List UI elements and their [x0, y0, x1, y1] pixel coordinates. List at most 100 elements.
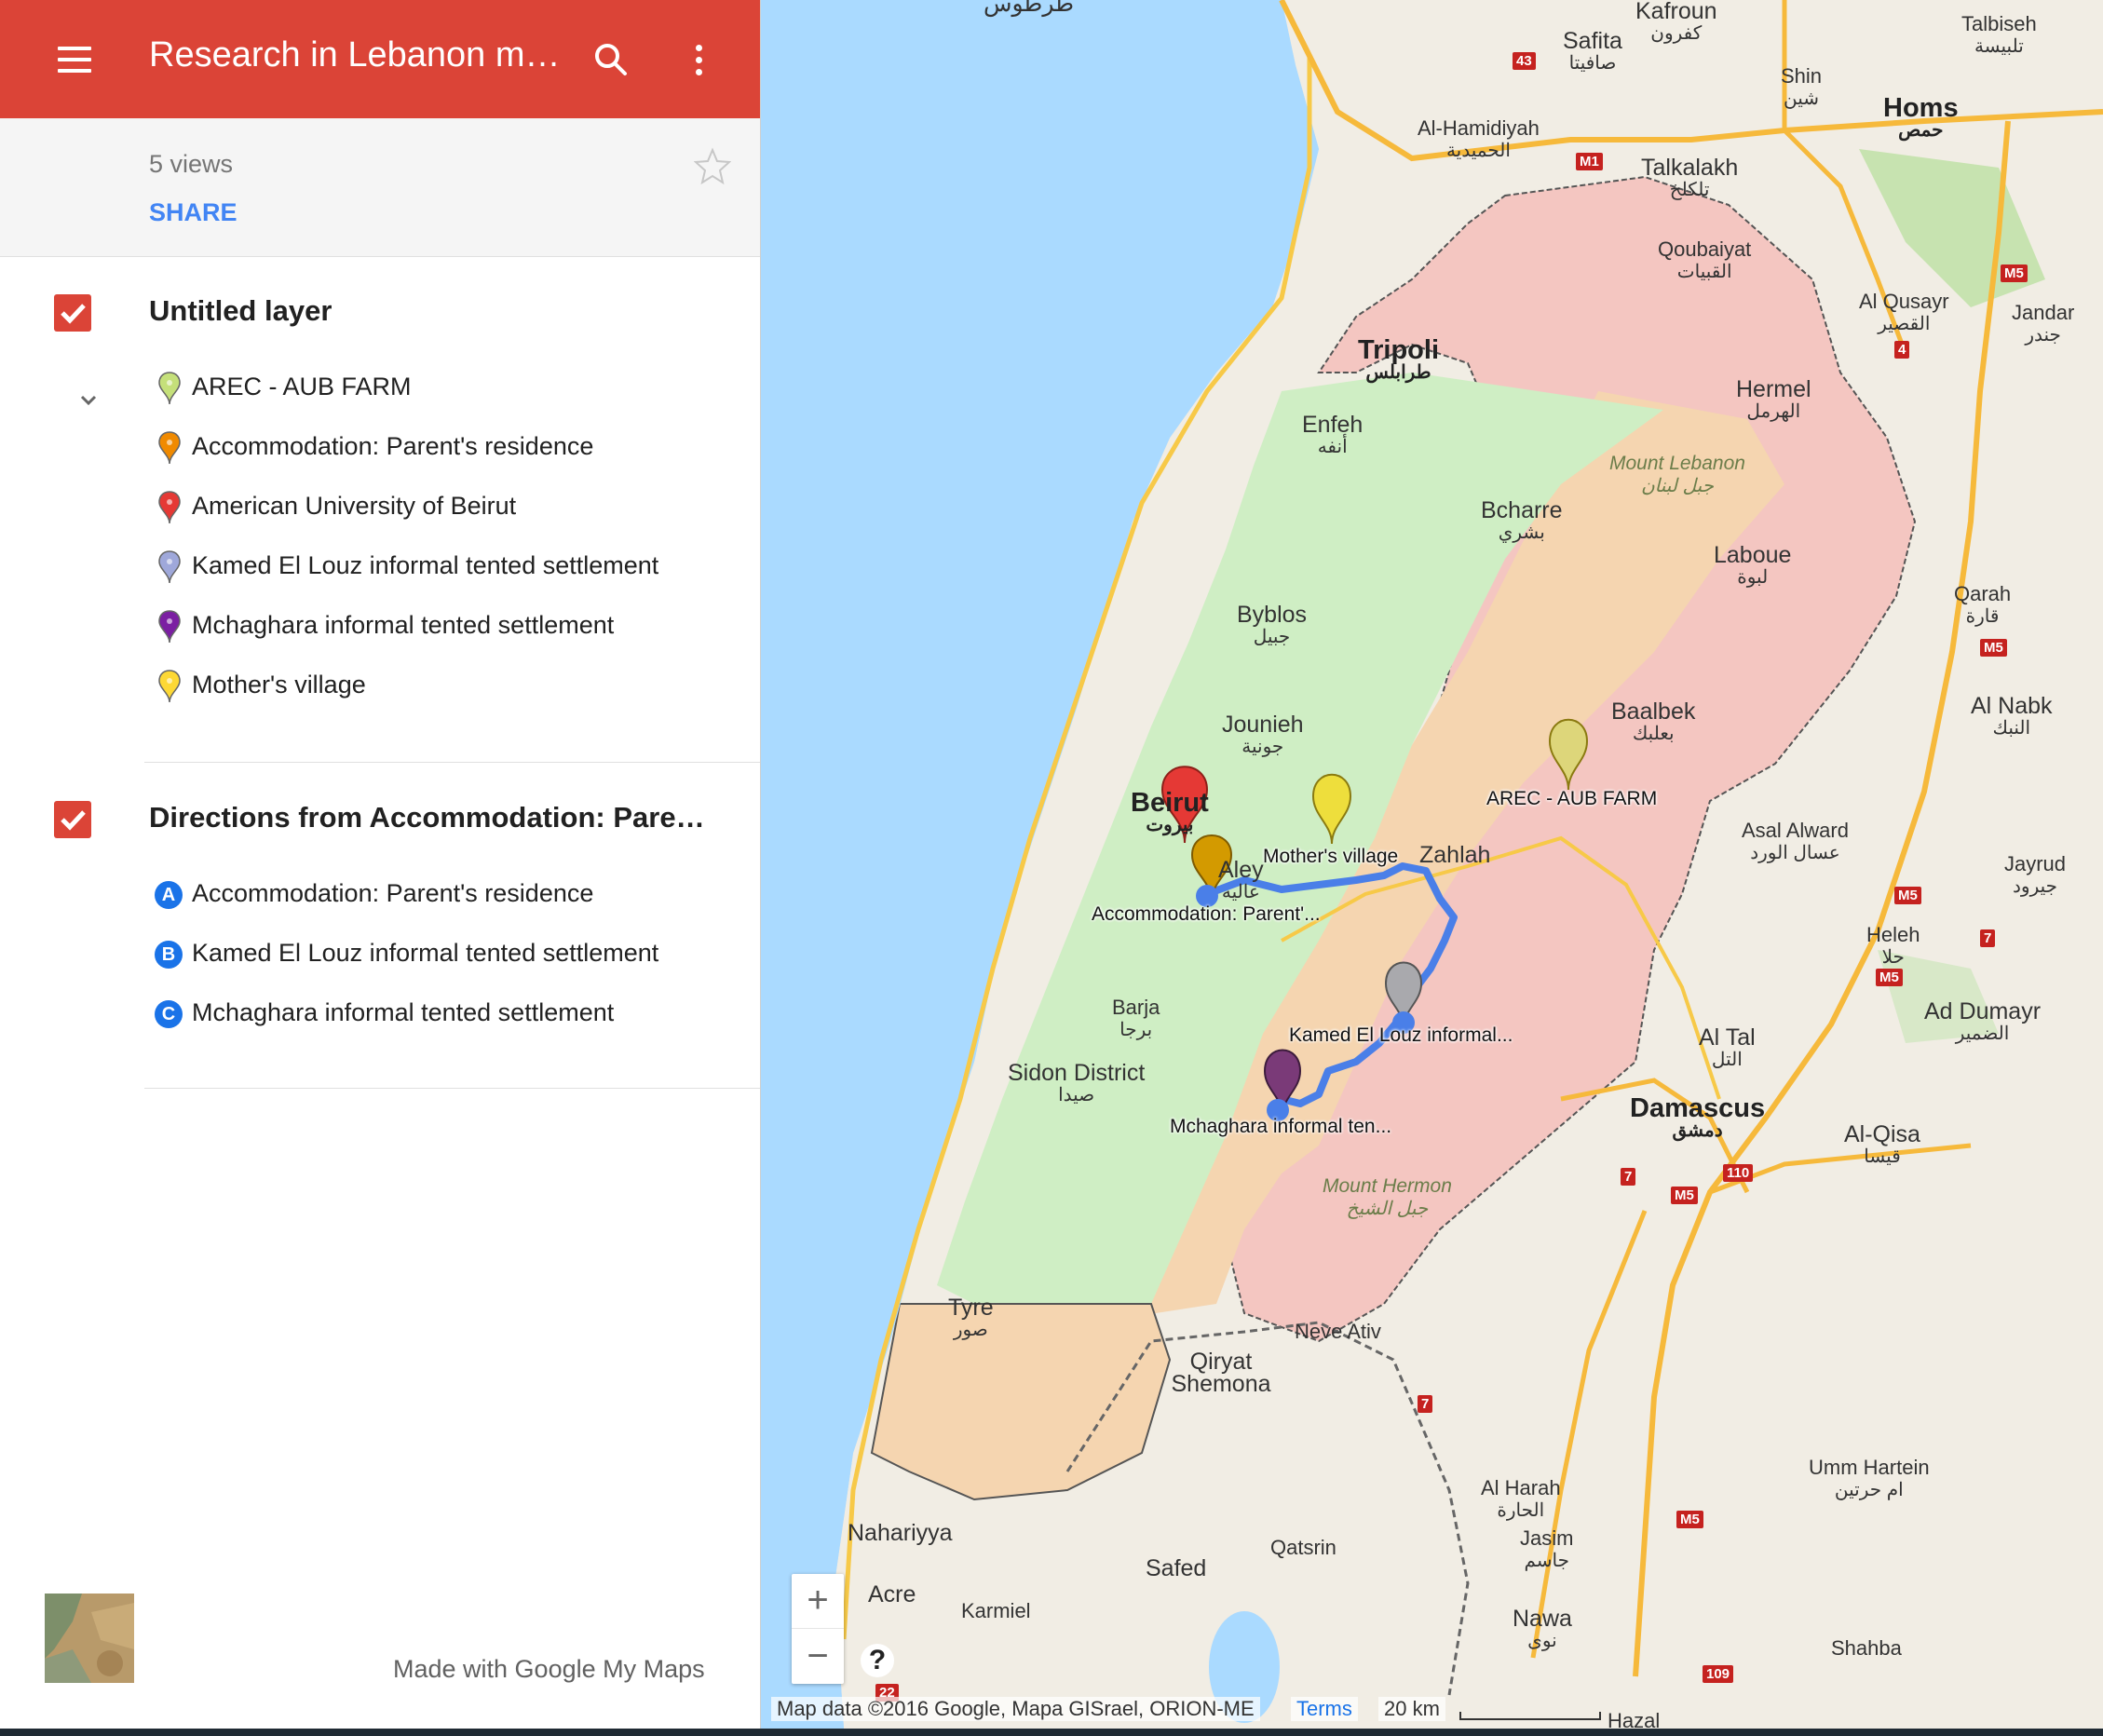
- highway-shield: 109: [1703, 1665, 1734, 1683]
- place-label: Safed: [1146, 1555, 1207, 1581]
- marker-icon: [158, 372, 181, 405]
- attribution-text: Map data ©2016 Google, Mapa GISrael, ORI…: [771, 1697, 1260, 1721]
- highway-shield: M5: [1876, 969, 1903, 986]
- view-count: 5 views: [149, 150, 234, 178]
- place-label: Shahba: [1831, 1636, 1902, 1660]
- highway-shield: 4: [1894, 341, 1910, 359]
- divider: [144, 1088, 760, 1089]
- place-label: Qiryat Shemona: [1171, 1349, 1271, 1397]
- zoom-out-button[interactable]: −: [792, 1630, 844, 1684]
- place-label: Byblos جبيل: [1237, 602, 1308, 648]
- share-button[interactable]: SHARE: [149, 198, 237, 227]
- place-label: Homs حمص: [1883, 93, 1959, 142]
- layer-item[interactable]: Mchaghara informal tented settlement: [149, 609, 726, 654]
- zoom-in-button[interactable]: +: [792, 1574, 844, 1629]
- divider: [144, 762, 760, 763]
- pin-label-arec[interactable]: AREC - AUB FARM: [1486, 788, 1657, 810]
- menu-icon[interactable]: [58, 47, 91, 73]
- place-label: Beirut بيروت: [1131, 788, 1209, 836]
- place-label: Baalbek بعلبك: [1611, 698, 1696, 745]
- layer-item-label: Kamed El Louz informal tented settlement: [192, 551, 659, 579]
- place-label: Asal Alward عسال الورد: [1742, 819, 1849, 864]
- place-label: Qarah قارة: [1954, 582, 2012, 628]
- place-label: Al Qusayr القصير: [1859, 290, 1949, 335]
- layer-title: Directions from Accommodation: Parent's …: [149, 801, 708, 834]
- place-label: Kafroun كفرون: [1635, 0, 1717, 44]
- layer-item-label: Accommodation: Parent's residence: [192, 432, 594, 460]
- waypoint-b-icon: B: [155, 941, 183, 969]
- layer-item[interactable]: Mother's village: [149, 669, 726, 713]
- place-label: Nahariyya: [848, 1520, 953, 1546]
- pin-label-mother[interactable]: Mother's village: [1263, 846, 1398, 868]
- basemap-thumbnail[interactable]: [45, 1594, 134, 1683]
- chevron-down-icon[interactable]: [78, 389, 99, 410]
- place-label: Karmiel: [961, 1599, 1031, 1622]
- layer-item-label: Mchaghara informal tented settlement: [192, 611, 615, 639]
- place-label: Jayrud جيرود: [2004, 852, 2067, 898]
- place-label: Talkalakh تلكلخ: [1641, 155, 1739, 201]
- place-label: Neve Ativ: [1295, 1320, 1381, 1343]
- layer-checkbox[interactable]: [54, 801, 91, 838]
- scale-label: 20 km: [1378, 1697, 1445, 1721]
- waypoint-c-icon: C: [155, 1000, 183, 1028]
- direction-item[interactable]: C Mchaghara informal tented settlement: [149, 997, 726, 1041]
- sidebar: Research in Lebanon map 5 views SHARE Un…: [0, 0, 761, 1729]
- layer-item[interactable]: AREC - AUB FARM: [149, 371, 726, 415]
- map-title: Research in Lebanon map: [149, 35, 563, 75]
- map-meta: 5 views SHARE: [0, 118, 760, 257]
- pin-label-accommodation[interactable]: Accommodation: Parent'...: [1092, 903, 1321, 926]
- marker-icon: [158, 610, 181, 644]
- place-label: Laboue لبوة: [1714, 542, 1792, 589]
- direction-item[interactable]: B Kamed El Louz informal tented settleme…: [149, 937, 726, 982]
- terms-link[interactable]: Terms: [1291, 1697, 1358, 1721]
- star-icon[interactable]: [693, 147, 732, 185]
- place-label: Acre: [868, 1581, 916, 1607]
- place-label: Ad Dumayr الضمير: [1924, 998, 2042, 1045]
- layer-item-label: AREC - AUB FARM: [192, 373, 412, 400]
- place-label: Al Nabk النبك: [1971, 693, 2053, 739]
- place-label: Bcharre بشري: [1481, 497, 1563, 544]
- help-button[interactable]: ?: [861, 1644, 894, 1677]
- place-label: Zahlah: [1419, 842, 1491, 868]
- waypoint-a-icon: A: [155, 881, 183, 909]
- place-label: Heleh حلا: [1866, 923, 1920, 969]
- highway-shield: M5: [1676, 1511, 1703, 1528]
- place-label: Hermel الهرمل: [1736, 376, 1811, 423]
- place-label: Barja برجا: [1112, 996, 1160, 1041]
- highway-shield: 7: [1980, 929, 1996, 947]
- highway-shield: 7: [1418, 1395, 1433, 1413]
- layer-item-label: Mother's village: [192, 671, 366, 698]
- pin-label-mchaghara[interactable]: Mchaghara informal ten...: [1170, 1116, 1391, 1138]
- place-label: Qoubaiyat القبيات: [1658, 237, 1752, 283]
- place-label: Al-Hamidiyah الحميدية: [1418, 116, 1540, 162]
- pin-label-kamed[interactable]: Kamed El Louz informal...: [1289, 1024, 1513, 1047]
- layer-checkbox[interactable]: [54, 294, 91, 332]
- highway-shield: 43: [1513, 52, 1536, 70]
- place-label: Al Harah الحارة: [1481, 1476, 1561, 1522]
- place-label: Nawa نوى: [1513, 1606, 1572, 1652]
- layer-item[interactable]: American University of Beirut: [149, 490, 726, 535]
- direction-item[interactable]: A Accommodation: Parent's residence: [149, 877, 726, 922]
- place-label: Aley عاليه: [1218, 857, 1264, 903]
- layer-item[interactable]: Kamed El Louz informal tented settlement: [149, 549, 726, 594]
- place-label: Mount Lebanon جبل لبنان: [1609, 453, 1745, 496]
- place-label: Mount Hermon جبل الشيخ: [1323, 1175, 1452, 1219]
- highway-shield: M5: [1671, 1187, 1698, 1204]
- place-label: Jandar جندر: [2012, 301, 2075, 346]
- place-label: Tripoli طرابلس: [1358, 335, 1439, 384]
- layer-item[interactable]: Accommodation: Parent's residence: [149, 430, 726, 475]
- highway-shield: 110: [1723, 1164, 1754, 1182]
- place-label: Al-Qisa قيسا: [1844, 1121, 1920, 1168]
- place-label: Damascus دمشق: [1630, 1093, 1766, 1142]
- highway-shield: M1: [1576, 153, 1603, 170]
- highway-shield: 7: [1621, 1168, 1636, 1186]
- place-label: Sidon District صيدا: [1008, 1060, 1146, 1106]
- highway-shield: M5: [1980, 639, 2007, 657]
- more-options-icon[interactable]: [693, 41, 704, 78]
- map-canvas[interactable]: طرطوس Kafroun كفرون Safita صافيتا Talbiseh…: [760, 0, 2103, 1729]
- highway-shield: M5: [2001, 264, 2028, 282]
- layer-item-label: American University of Beirut: [192, 492, 517, 520]
- zoom-control: + −: [792, 1574, 844, 1684]
- search-icon[interactable]: [592, 41, 630, 78]
- place-label: طرطوس: [984, 0, 1075, 17]
